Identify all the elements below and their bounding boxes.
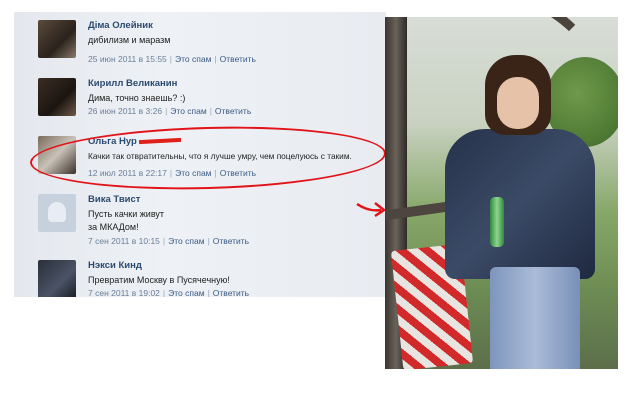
comment-item: Нэкси Кинд Превратим Москву в Пусячечную… [34, 258, 384, 297]
comment-text: дибилизм и маразм [88, 35, 171, 45]
comment-meta: 7 сен 2011 в 19:02 | Это спам | Ответить [88, 288, 250, 297]
comment-meta: 25 июн 2011 в 15:55 | Это спам | Ответить [88, 54, 256, 64]
avatar[interactable] [38, 20, 76, 58]
comment-time[interactable]: 7 сен 2011 в 10:15 [88, 236, 160, 246]
reply-link[interactable]: Ответить [213, 236, 249, 246]
spam-link[interactable]: Это спам [170, 106, 206, 116]
comment-time[interactable]: 25 июн 2011 в 15:55 [88, 54, 167, 64]
bottle [490, 197, 504, 247]
reply-link[interactable]: Ответить [215, 106, 251, 116]
comment-author[interactable]: Кирилл Великанин [88, 78, 177, 89]
reply-link[interactable]: Ответить [220, 54, 256, 64]
reply-link[interactable]: Ответить [213, 288, 249, 297]
comment-time[interactable]: 26 июн 2011 в 3:26 [88, 106, 162, 116]
comment-text-line2: за МКАДом! [88, 222, 139, 232]
comment-author[interactable]: Діма Олейник [88, 20, 153, 31]
denim-jacket [445, 129, 595, 279]
comment-text: Пусть качки живут [88, 209, 165, 219]
comment-meta: 26 июн 2011 в 3:26 | Это спам | Ответить [88, 106, 252, 116]
comment-item: Вика Твист Пусть качки живут за МКАДом! … [34, 192, 384, 248]
comment-item: Діма Олейник дибилизм и маразм 25 июн 20… [34, 18, 384, 74]
comment-meta: 7 сен 2011 в 10:15 | Это спам | Ответить [88, 236, 250, 246]
spam-link[interactable]: Это спам [168, 236, 204, 246]
jeans [490, 267, 580, 369]
comment-author[interactable]: Вика Твист [88, 194, 140, 205]
face [497, 77, 539, 129]
comment-author[interactable]: Нэкси Кинд [88, 260, 142, 271]
pointer-arrow-icon [356, 202, 387, 218]
spam-link[interactable]: Это спам [175, 54, 211, 64]
comment-text: Превратим Москву в Пусячечную! [88, 275, 230, 285]
comment-time[interactable]: 7 сен 2011 в 19:02 [88, 288, 160, 297]
avatar[interactable] [38, 260, 76, 297]
avatar[interactable] [38, 78, 76, 116]
comment-item: Кирилл Великанин Дима, точно знаешь? :) … [34, 76, 384, 132]
person-photo [385, 17, 618, 369]
comment-text: Дима, точно знаешь? :) [88, 93, 186, 103]
spam-link[interactable]: Это спам [168, 288, 204, 297]
avatar[interactable] [38, 194, 76, 232]
